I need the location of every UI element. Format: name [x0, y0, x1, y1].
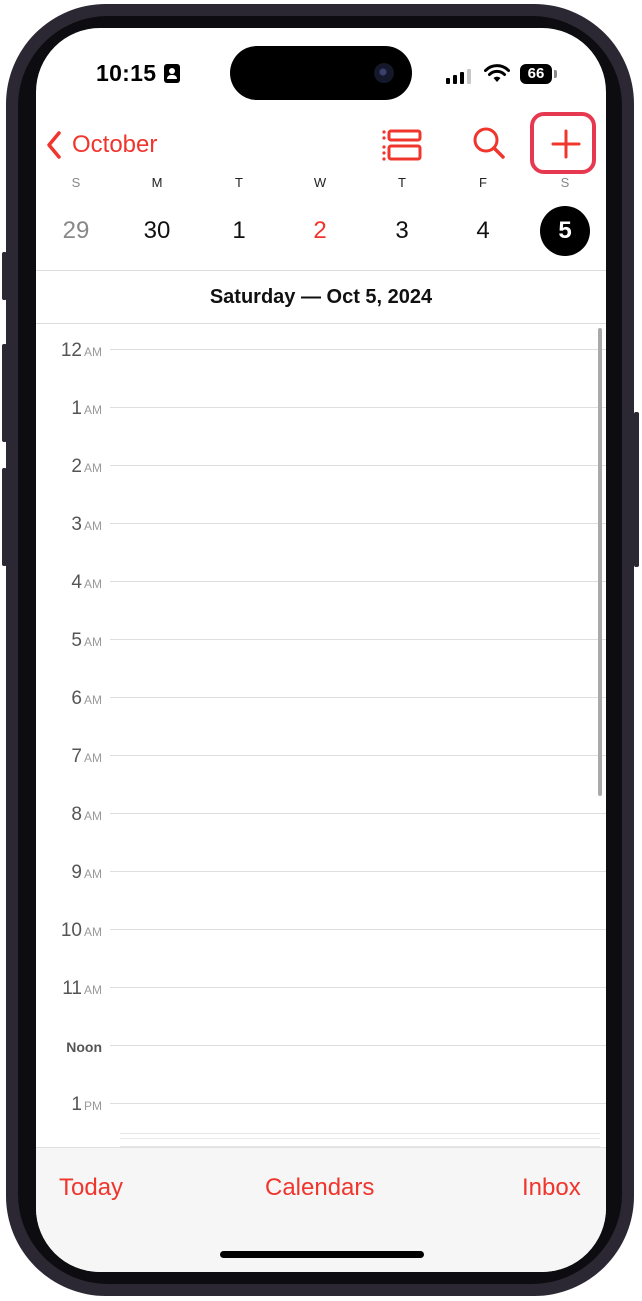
hour-line — [110, 465, 606, 466]
day-number: 29 — [62, 217, 90, 244]
wifi-icon — [484, 64, 510, 82]
hour-label: 9 AM — [71, 862, 102, 883]
status-time: 10:15 — [96, 60, 157, 86]
hour-row[interactable]: 8 AM — [36, 804, 606, 871]
battery-tip — [554, 70, 557, 78]
day-number-today: 2 — [313, 217, 327, 244]
hour-line — [110, 523, 606, 524]
chevron-left-icon — [47, 131, 61, 159]
day-sunday[interactable]: S 29 — [46, 174, 106, 256]
dynamic-island — [230, 46, 412, 100]
power-button — [634, 412, 639, 567]
day-friday[interactable]: F4 — [453, 174, 513, 256]
back-label: October — [72, 131, 158, 158]
week-strip: S 29 M 30 T1 W2 T3 F4 S5 — [36, 174, 606, 270]
hour-label: 11 AM — [62, 978, 102, 999]
hour-row[interactable]: 12 AM — [36, 340, 606, 407]
day-of-week: W — [313, 175, 327, 190]
hour-label-noon: Noon — [66, 1039, 102, 1055]
action-button — [2, 252, 7, 300]
camera-icon — [374, 63, 394, 83]
hour-label: 8 AM — [71, 804, 102, 825]
hour-line — [110, 755, 606, 756]
volume-up-button — [2, 344, 7, 442]
hour-row[interactable]: 5 AM — [36, 630, 606, 697]
cellular-signal-icon — [446, 68, 472, 84]
day-of-week: S — [560, 175, 570, 190]
day-number: 4 — [476, 217, 490, 244]
search-icon[interactable] — [472, 126, 506, 160]
scrollbar[interactable] — [598, 328, 602, 796]
hour-label: 7 AM — [71, 746, 102, 767]
hour-row[interactable]: Noon — [36, 1039, 606, 1103]
hour-row[interactable]: 2 AM — [36, 456, 606, 523]
day-of-week: T — [235, 175, 243, 190]
hour-line — [110, 349, 606, 350]
calendars-button[interactable]: Calendars — [265, 1174, 374, 1202]
day-of-week: M — [151, 175, 163, 190]
day-monday[interactable]: M 30 — [127, 174, 187, 256]
status-bar: 10:15 66 — [36, 28, 606, 118]
hour-line — [110, 1045, 606, 1046]
hour-label: 6 AM — [71, 688, 102, 709]
screen: 10:15 66 October S 29 M 30 T 1 W 2 T 3 F… — [36, 28, 606, 1272]
hour-label: 3 AM — [71, 514, 102, 535]
hour-label: 10 AM — [60, 920, 102, 941]
day-number: 30 — [143, 217, 171, 244]
day-of-week: S — [71, 175, 81, 190]
inbox-button[interactable]: Inbox — [522, 1174, 581, 1202]
hour-label: 12 AM — [60, 340, 102, 361]
day-thursday[interactable]: T3 — [372, 174, 432, 256]
back-button[interactable]: October — [46, 125, 157, 165]
contact-card-icon — [164, 64, 180, 83]
hour-row[interactable]: 1 AM — [36, 398, 606, 465]
hour-line — [110, 987, 606, 988]
hour-line — [110, 929, 606, 930]
hour-label: 1 AM — [71, 398, 102, 419]
hour-line — [110, 871, 606, 872]
hour-row[interactable]: 9 AM — [36, 862, 606, 929]
hour-line — [110, 813, 606, 814]
day-saturday[interactable]: S5 — [535, 174, 595, 256]
hour-label: 2 AM — [71, 456, 102, 477]
list-view-icon[interactable] — [382, 128, 422, 162]
hour-row[interactable]: 6 AM — [36, 688, 606, 755]
hour-row[interactable]: 11 AM — [36, 978, 606, 1045]
hour-line — [110, 407, 606, 408]
bottom-toolbar: Today Calendars Inbox — [36, 1147, 606, 1272]
day-tuesday[interactable]: T1 — [209, 174, 269, 256]
day-timeline[interactable]: 12 AM 1 AM 2 AM 3 AM 4 AM 5 AM 6 AM 7 AM 8 AM 9 AM… — [36, 323, 606, 1151]
hour-line — [110, 581, 606, 582]
home-indicator[interactable] — [220, 1251, 424, 1258]
hour-line — [110, 639, 606, 640]
hour-label: 5 AM — [71, 630, 102, 651]
hour-row[interactable]: 7 AM — [36, 746, 606, 813]
hour-label: 1 PM — [71, 1094, 102, 1115]
today-button[interactable]: Today — [59, 1174, 123, 1202]
day-number: 1 — [232, 217, 246, 244]
drag-handle-lines — [120, 1133, 600, 1147]
day-of-week: F — [479, 175, 487, 190]
volume-down-button — [2, 468, 7, 566]
day-number-selected: 5 — [540, 206, 590, 256]
hour-row[interactable]: 3 AM — [36, 514, 606, 581]
hour-line — [110, 697, 606, 698]
date-header: Saturday — Oct 5, 2024 — [36, 270, 606, 324]
day-number: 3 — [395, 217, 409, 244]
day-wednesday[interactable]: W2 — [290, 174, 350, 256]
hour-row[interactable]: 4 AM — [36, 572, 606, 639]
hour-label: 4 AM — [71, 572, 102, 593]
hour-row[interactable]: 10 AM — [36, 920, 606, 987]
battery-icon: 66 — [520, 64, 552, 84]
add-button-highlight[interactable] — [530, 112, 596, 174]
hour-line — [110, 1103, 606, 1104]
day-of-week: T — [398, 175, 406, 190]
nav-bar: October — [36, 118, 606, 174]
